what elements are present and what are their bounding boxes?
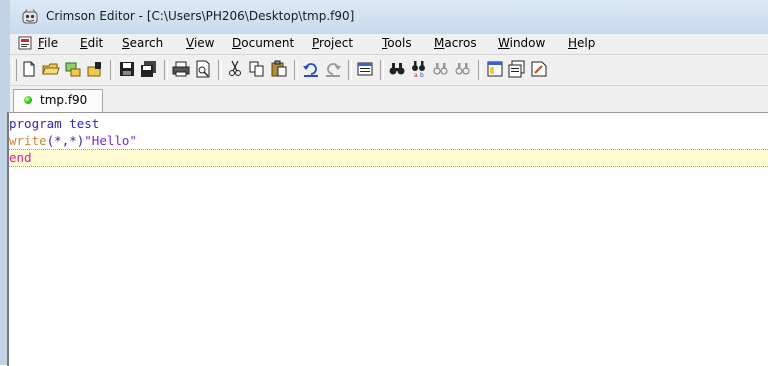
undo-icon[interactable] (302, 60, 320, 78)
app-window: Crimson Editor - [C:\Users\PH206\Desktop… (0, 0, 768, 366)
tab-label: tmp.f90 (40, 93, 88, 107)
svg-text:b: b (420, 72, 424, 78)
toolbar-grip[interactable] (12, 59, 17, 81)
menu-project[interactable]: Project (312, 36, 353, 50)
toolbar-separator (218, 60, 222, 80)
save-all-icon[interactable] (140, 60, 158, 78)
macro-icon[interactable] (530, 60, 548, 78)
menu-document[interactable]: Document (232, 36, 294, 50)
find-prev-icon[interactable] (454, 60, 472, 78)
paste-icon[interactable] (270, 60, 288, 78)
directory-window-icon[interactable] (486, 60, 504, 78)
code-line-2[interactable]: write(*,*)"Hello" (9, 133, 768, 149)
save-icon[interactable] (118, 60, 136, 78)
document-icon[interactable] (18, 36, 32, 50)
toolbar-separator (380, 60, 384, 80)
output-window-icon[interactable] (508, 60, 526, 78)
menu-view[interactable]: View (186, 36, 214, 50)
document-tab-strip: tmp.f90 (10, 86, 768, 112)
menu-edit[interactable]: Edit (80, 36, 103, 50)
tab-tmp-f90[interactable]: tmp.f90 (13, 89, 103, 112)
toolbar-separator (348, 60, 352, 80)
code-line-1[interactable]: program test (9, 116, 768, 132)
menu-window[interactable]: Window (498, 36, 545, 50)
copy-icon[interactable] (248, 60, 266, 78)
open-remote-icon[interactable] (64, 60, 82, 78)
window-title: Crimson Editor - [C:\Users\PH206\Desktop… (46, 9, 355, 23)
menu-help[interactable]: Help (568, 36, 595, 50)
redo-icon[interactable] (324, 60, 342, 78)
code-line-3-current[interactable]: end (9, 149, 768, 167)
code-editor[interactable]: program test write(*,*)"Hello" end (7, 112, 768, 366)
toolbar-separator (294, 60, 298, 80)
menu-tools[interactable]: Tools (382, 36, 412, 50)
title-bar[interactable]: Crimson Editor - [C:\Users\PH206\Desktop… (10, 0, 768, 34)
open-template-icon[interactable] (86, 60, 104, 78)
print-icon[interactable] (172, 60, 190, 78)
toggle-column-icon[interactable] (356, 60, 374, 78)
toolbar-separator (478, 60, 482, 80)
menu-bar: File Edit Search View Document Project T… (10, 34, 768, 55)
replace-icon[interactable]: ab (410, 60, 428, 78)
new-file-icon[interactable] (20, 60, 38, 78)
open-folder-icon[interactable] (42, 60, 60, 78)
file-status-icon (24, 96, 32, 104)
toolbar: ab (10, 55, 768, 86)
menu-macros[interactable]: Macros (434, 36, 477, 50)
menu-search[interactable]: Search (122, 36, 163, 50)
find-icon[interactable] (388, 60, 406, 78)
print-preview-icon[interactable] (194, 60, 212, 78)
menu-file[interactable]: File (38, 36, 58, 50)
toolbar-separator (164, 60, 168, 80)
toolbar-separator (110, 60, 114, 80)
find-next-icon[interactable] (432, 60, 450, 78)
crimson-editor-logo-icon (22, 9, 38, 24)
cut-icon[interactable] (226, 60, 244, 78)
svg-text:a: a (414, 72, 418, 78)
